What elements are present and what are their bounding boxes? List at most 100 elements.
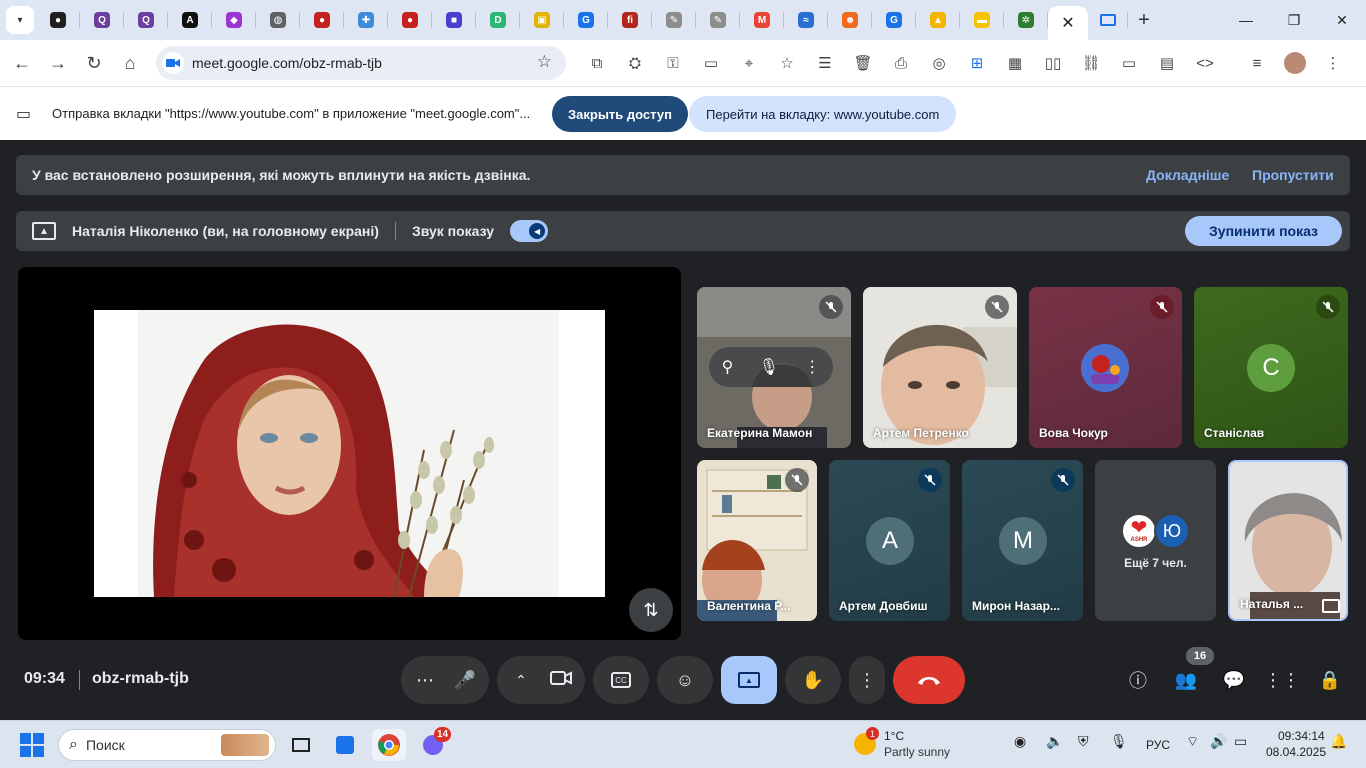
ext-robot-icon[interactable]: ⛭	[616, 55, 654, 72]
camera-options-chevron-icon[interactable]: ⌃	[501, 672, 541, 689]
ext-qr-icon[interactable]: ▦	[996, 54, 1034, 72]
viber-tray-icon[interactable]: ◉	[1014, 733, 1026, 750]
forward-icon[interactable]: →	[40, 45, 76, 81]
participant-tile[interactable]: Валентина Р...	[697, 460, 817, 621]
ext-print-icon[interactable]: ⎙	[882, 55, 920, 72]
meeting-info-icon[interactable]: ⓘ	[1124, 666, 1152, 694]
media-control-icon[interactable]: ≡	[1238, 55, 1276, 72]
reload-icon[interactable]: ↻	[76, 45, 112, 81]
battery-icon[interactable]: ▭	[1234, 733, 1247, 750]
browser-tab[interactable]: ●	[36, 0, 80, 40]
ext-link-icon[interactable]: ⛓	[1072, 54, 1110, 72]
browser-tab[interactable]: ✚	[344, 0, 388, 40]
task-view-icon[interactable]	[284, 729, 318, 761]
more-audio-options-icon[interactable]: ⋯	[405, 670, 445, 691]
browser-tab[interactable]: ◍	[256, 0, 300, 40]
participant-tile[interactable]: ⚲ 🎙 ⋮ Екатерина Мамон	[697, 287, 851, 448]
present-now-button[interactable]: ▲	[721, 656, 777, 704]
new-tab-button[interactable]: +	[1128, 9, 1160, 32]
browser-tab[interactable]: ✎	[652, 0, 696, 40]
participant-tile[interactable]: А Артем Довбиш	[829, 460, 950, 621]
pip-icon[interactable]	[1322, 599, 1340, 613]
goto-tab-button[interactable]: Перейти на вкладку: www.youtube.com	[689, 96, 957, 132]
more-participants-tile[interactable]: ❤ ASHR Ю Ещё 7 чел.	[1095, 460, 1216, 621]
browser-tab[interactable]: ●	[300, 0, 344, 40]
wifi-icon[interactable]: ⌔	[1186, 733, 1199, 751]
host-controls-lock-icon[interactable]: 🔒	[1316, 666, 1344, 694]
browser-tab[interactable]: G	[564, 0, 608, 40]
browser-tab[interactable]: ■	[432, 0, 476, 40]
bookmark-star-icon[interactable]: ☆	[537, 52, 552, 72]
reactions-button[interactable]: ☺	[657, 656, 713, 704]
close-access-button[interactable]: Закрыть доступ	[552, 96, 688, 132]
browser-tab[interactable]: ☻	[828, 0, 872, 40]
browser-tab[interactable]: ✲	[1004, 0, 1048, 40]
minimize-icon[interactable]: —	[1222, 0, 1270, 40]
ext-devices-icon[interactable]: ▭	[1110, 54, 1148, 72]
notifications-bell-icon[interactable]: 🔔	[1330, 733, 1347, 750]
browser-tab[interactable]: A	[168, 0, 212, 40]
participant-tile[interactable]: Артем Петренко	[863, 287, 1017, 448]
browser-menu-icon[interactable]: ⋮	[1314, 54, 1352, 72]
microphone-tray-icon[interactable]: 🎙	[1110, 733, 1128, 750]
ext-card-icon[interactable]: ▭	[692, 54, 730, 72]
raise-hand-button[interactable]: ✋	[785, 656, 841, 704]
more-options-icon[interactable]: ⋮	[804, 357, 820, 377]
maximize-icon[interactable]: ❐	[1270, 0, 1318, 40]
browser-tab[interactable]: ◆	[212, 0, 256, 40]
more-options-button[interactable]: ⋮	[849, 656, 885, 704]
language-indicator[interactable]: РУС	[1146, 738, 1170, 752]
browser-tab[interactable]: D	[476, 0, 520, 40]
active-tab[interactable]: ✕	[1048, 6, 1088, 40]
browser-tab[interactable]: ≈	[784, 0, 828, 40]
close-tab-icon[interactable]: ✕	[1061, 13, 1074, 33]
home-icon[interactable]: ⌂	[112, 45, 148, 81]
swap-layout-icon[interactable]: ⇅	[629, 588, 673, 632]
defender-tray-icon[interactable]: ⛨	[1078, 733, 1089, 750]
store-icon[interactable]	[328, 729, 362, 761]
ext-key-icon[interactable]: ⚿	[654, 55, 692, 72]
close-window-icon[interactable]: ✕	[1318, 0, 1366, 40]
self-view-tile[interactable]: Наталья ...	[1228, 460, 1348, 621]
participant-tile[interactable]: Вова Чокур	[1029, 287, 1182, 448]
skip-link[interactable]: Пропустити	[1252, 167, 1334, 183]
browser-tab[interactable]: M	[740, 0, 784, 40]
participant-tile[interactable]: С Станіслав	[1194, 287, 1348, 448]
ext-reader-icon[interactable]: ▯▯	[1034, 54, 1072, 72]
taskbar-search[interactable]: ⌕ Поиск	[58, 729, 276, 761]
captions-button[interactable]: CC	[593, 656, 649, 704]
browser-tab[interactable]: Q	[80, 0, 124, 40]
weather-description[interactable]: Partly sunny	[884, 745, 950, 759]
volume-tray-icon[interactable]: 🔈	[1046, 733, 1063, 750]
ext-trash-icon[interactable]: 🗑	[844, 54, 882, 72]
leave-call-button[interactable]	[893, 656, 965, 704]
url-text[interactable]: meet.google.com/obz-rmab-tjb	[192, 55, 382, 71]
extensions-puzzle-icon[interactable]: ⧉	[578, 55, 616, 72]
mute-participant-icon[interactable]: 🎙	[759, 357, 779, 377]
ext-list-icon[interactable]: ☰	[806, 54, 844, 72]
windows-start-icon[interactable]	[20, 733, 44, 757]
browser-tab[interactable]: Q	[124, 0, 168, 40]
camera-icon[interactable]	[541, 670, 581, 691]
browser-tab[interactable]: ▣	[520, 0, 564, 40]
chrome-icon[interactable]	[372, 729, 406, 761]
details-link[interactable]: Докладніше	[1146, 167, 1229, 183]
taskbar-time[interactable]: 09:34:14	[1278, 729, 1325, 743]
tab-cast[interactable]	[1088, 0, 1128, 40]
browser-tab[interactable]: fi	[608, 0, 652, 40]
participant-tile[interactable]: М Мирон Назар...	[962, 460, 1083, 621]
browser-tab[interactable]: ●	[388, 0, 432, 40]
share-sound-toggle[interactable]: ◀	[510, 220, 549, 242]
taskbar-date[interactable]: 08.04.2025	[1266, 745, 1326, 759]
browser-tab[interactable]: ▲	[916, 0, 960, 40]
browser-tab[interactable]: ✎	[696, 0, 740, 40]
weather-temperature[interactable]: 1°C	[884, 729, 904, 743]
microphone-icon[interactable]: 🎤	[445, 670, 485, 691]
back-icon[interactable]: ←	[4, 45, 40, 81]
speaker-icon[interactable]: 🔊	[1210, 733, 1227, 750]
address-bar[interactable]: meet.google.com/obz-rmab-tjb ☆	[156, 46, 566, 80]
ext-camera-icon[interactable]: ◎	[920, 54, 958, 72]
people-icon[interactable]: 👥	[1172, 666, 1200, 694]
tab-search-button[interactable]: ▾	[6, 6, 34, 34]
ext-location-icon[interactable]: ⌖	[730, 55, 768, 72]
